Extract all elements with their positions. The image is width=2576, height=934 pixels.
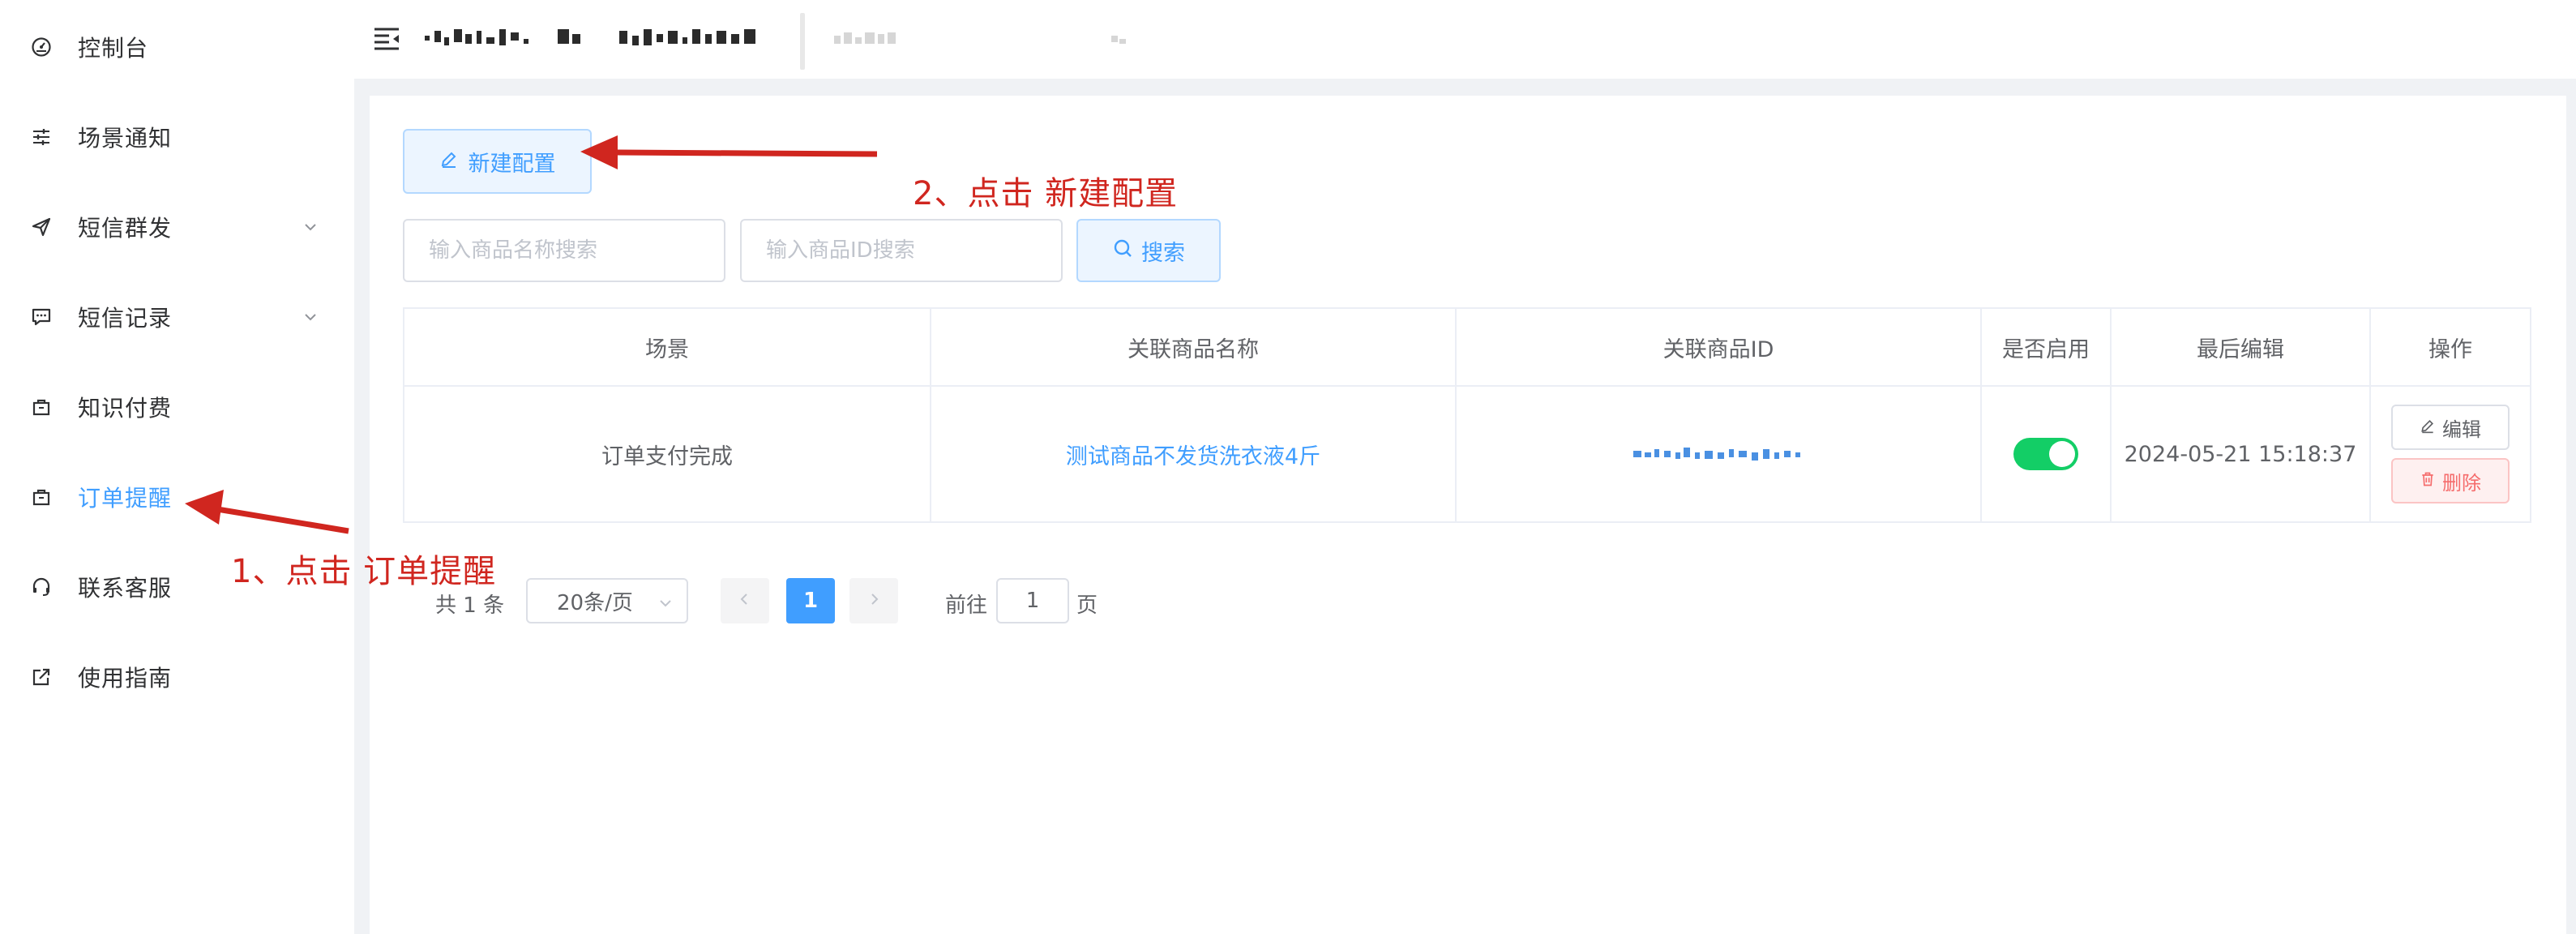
page-suffix-label: 页 [1076, 593, 1098, 618]
column-header: 关联商品名称 [931, 309, 1457, 385]
dashboard-icon [29, 35, 53, 59]
search-icon [1112, 238, 1133, 264]
table-header-row: 场景 关联商品名称 关联商品ID 是否启用 最后编辑 操作 [404, 309, 2530, 387]
product-name-cell: 测试商品不发货洗衣液4斤 [931, 387, 1457, 521]
sidebar-item-sms-records[interactable]: 短信记录 [0, 281, 354, 353]
sidebar-item-label: 短信记录 [78, 305, 173, 332]
column-header: 关联商品ID [1457, 309, 1982, 385]
blurred-subtitle [831, 24, 1179, 54]
column-header: 是否启用 [1982, 309, 2112, 385]
blurred-product-id [1633, 448, 1800, 461]
trash-icon [2420, 469, 2436, 492]
scene-cell: 订单支付完成 [404, 387, 931, 521]
goto-page-input[interactable] [996, 578, 1069, 623]
pagination-total: 共 1 条 [435, 593, 505, 618]
toggle-knob [2049, 441, 2075, 467]
delete-button[interactable]: 删除 [2391, 458, 2510, 503]
external-link-icon [29, 665, 53, 689]
sidebar-item-user-guide[interactable]: 使用指南 [0, 641, 354, 713]
edit-icon [2420, 416, 2436, 439]
sidebar-item-paid-knowledge[interactable]: 知识付费 [0, 371, 354, 443]
bag-icon [29, 395, 53, 419]
sidebar-item-label: 知识付费 [78, 395, 173, 422]
enabled-toggle[interactable] [2013, 438, 2078, 470]
chevron-right-icon [867, 592, 881, 610]
product-name-search-input[interactable] [403, 219, 725, 282]
sidebar-item-sms-broadcast[interactable]: 短信群发 [0, 191, 354, 263]
search-button[interactable]: 搜索 [1076, 219, 1221, 282]
sidebar-item-dashboard[interactable]: 控制台 [0, 11, 354, 84]
menu-toggle-icon[interactable] [373, 26, 400, 52]
chevron-left-icon [738, 592, 752, 610]
product-name-link[interactable]: 测试商品不发货洗衣液4斤 [1066, 439, 1320, 470]
sidebar-item-label: 短信群发 [78, 215, 173, 242]
annotation-step-2: 2、点击 新建配置 [913, 175, 1179, 212]
table-row: 订单支付完成 测试商品不发货洗衣液4斤 2024-05-21 15:18:37 [404, 387, 2530, 521]
sidebar-item-label: 联系客服 [78, 575, 173, 602]
enabled-cell [1982, 387, 2112, 521]
sliders-icon [29, 125, 53, 149]
sidebar-item-label: 场景通知 [78, 125, 173, 152]
bag-icon [29, 485, 53, 509]
goto-label: 前往 [945, 593, 988, 618]
blurred-account-name [420, 23, 768, 55]
message-icon [29, 305, 53, 329]
column-header: 最后编辑 [2112, 309, 2371, 385]
sidebar-item-label: 使用指南 [78, 665, 173, 692]
sidebar-item-order-reminder[interactable]: 订单提醒 [0, 461, 354, 533]
prev-page-button[interactable] [721, 578, 769, 623]
actions-cell: 编辑 删除 [2371, 387, 2530, 521]
annotation-step-1: 1、点击 订单提醒 [231, 553, 497, 590]
chevron-down-icon [302, 218, 319, 236]
next-page-button[interactable] [849, 578, 898, 623]
sidebar-item-scene-notify[interactable]: 场景通知 [0, 101, 354, 174]
column-header: 场景 [404, 309, 931, 385]
sidebar-item-label: 订单提醒 [78, 485, 173, 512]
column-header: 操作 [2428, 336, 2472, 362]
config-table: 场景 关联商品名称 关联商品ID 是否启用 最后编辑 操作 订单支付完成 测试商… [403, 307, 2531, 523]
header-divider [800, 13, 805, 70]
page-size-select[interactable]: 20条/页 [526, 578, 688, 623]
product-id-search-input[interactable] [740, 219, 1063, 282]
product-id-cell [1457, 387, 1982, 521]
page-number-button[interactable]: 1 [786, 578, 835, 623]
last-edit-cell: 2024-05-21 15:18:37 [2112, 387, 2371, 521]
edit-button[interactable]: 编辑 [2391, 405, 2510, 450]
headset-icon [29, 575, 53, 599]
chevron-down-icon [302, 308, 319, 326]
edit-icon [439, 149, 459, 174]
new-config-button[interactable]: 新建配置 [403, 129, 592, 194]
sidebar-item-label: 控制台 [78, 35, 149, 62]
sidebar: 控制台 场景通知 短信群发 短信记录 知识付费 订单提醒 联系客服 使用指南 [0, 0, 355, 934]
send-icon [29, 215, 53, 239]
chevron-down-icon [657, 593, 674, 609]
